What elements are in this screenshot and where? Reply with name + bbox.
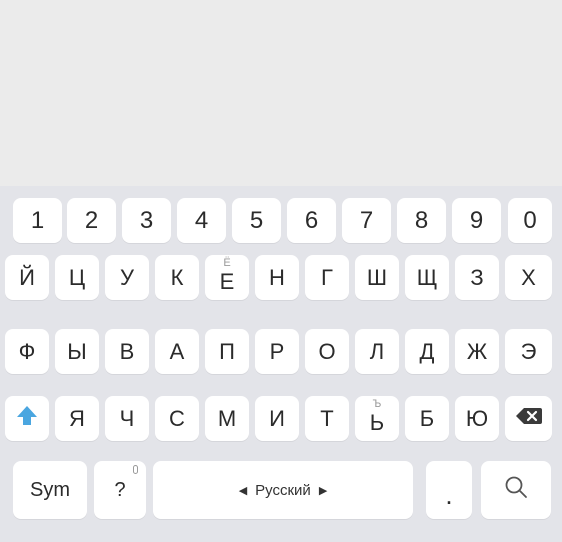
key-letter[interactable]: Х (505, 255, 552, 300)
key-letter[interactable]: Ч (105, 396, 149, 441)
language-label: Русский (255, 481, 311, 499)
keyboard: 1 2 3 4 5 6 7 8 9 0 Й Ц У К Ё Е Н Г Ш Щ … (0, 186, 562, 542)
key-letter[interactable]: К (155, 255, 199, 300)
key-label: Е (219, 268, 235, 294)
key-letter[interactable]: Ц (55, 255, 99, 300)
right-arrow-icon: ▶ (318, 484, 328, 497)
shift-key[interactable] (5, 396, 49, 441)
key-letter[interactable]: О (305, 329, 349, 374)
key-9[interactable]: 9 (452, 198, 501, 243)
key-letter[interactable]: Ы (55, 329, 99, 374)
key-letter[interactable]: Л (355, 329, 399, 374)
key-letter[interactable]: Щ (405, 255, 449, 300)
key-hint: Ё (223, 257, 231, 269)
key-letter[interactable]: А (155, 329, 199, 374)
key-letter[interactable]: У (105, 255, 149, 300)
key-0[interactable]: 0 (508, 198, 552, 243)
key-letter[interactable]: Б (405, 396, 449, 441)
key-hint: Ъ (372, 398, 382, 410)
key-letter-with-hint[interactable]: Ё Е (205, 255, 249, 300)
key-2[interactable]: 2 (67, 198, 116, 243)
key-letter[interactable]: С (155, 396, 199, 441)
key-letter[interactable]: Й (5, 255, 49, 300)
period-key[interactable]: . (426, 461, 472, 519)
question-label: ? (114, 478, 126, 501)
mic-icon (133, 465, 138, 474)
key-label: Ь (369, 409, 385, 435)
space-bar[interactable]: ◀ Русский ▶ (153, 461, 413, 519)
key-letter[interactable]: М (205, 396, 249, 441)
backspace-icon (515, 406, 543, 432)
key-letter[interactable]: Ш (355, 255, 399, 300)
key-3[interactable]: 3 (122, 198, 171, 243)
sym-key[interactable]: Sym (13, 461, 87, 519)
key-letter[interactable]: Э (505, 329, 552, 374)
text-input-area (0, 0, 562, 186)
key-letter[interactable]: Р (255, 329, 299, 374)
key-letter[interactable]: Н (255, 255, 299, 300)
search-key[interactable] (481, 461, 551, 519)
key-letter[interactable]: Ж (455, 329, 499, 374)
key-letter[interactable]: В (105, 329, 149, 374)
key-letter[interactable]: Ф (5, 329, 49, 374)
key-1[interactable]: 1 (13, 198, 62, 243)
search-icon (503, 474, 529, 506)
key-5[interactable]: 5 (232, 198, 281, 243)
key-letter[interactable]: И (255, 396, 299, 441)
key-8[interactable]: 8 (397, 198, 446, 243)
key-letter[interactable]: Ю (455, 396, 499, 441)
key-7[interactable]: 7 (342, 198, 391, 243)
key-letter[interactable]: Я (55, 396, 99, 441)
key-letter[interactable]: Т (305, 396, 349, 441)
key-letter[interactable]: Г (305, 255, 349, 300)
key-4[interactable]: 4 (177, 198, 226, 243)
key-6[interactable]: 6 (287, 198, 336, 243)
key-letter-with-hint[interactable]: Ъ Ь (355, 396, 399, 441)
backspace-key[interactable] (505, 396, 552, 441)
shift-icon (15, 404, 39, 434)
question-key[interactable]: ? (94, 461, 146, 519)
key-letter[interactable]: П (205, 329, 249, 374)
left-arrow-icon: ◀ (238, 484, 248, 497)
key-letter[interactable]: Д (405, 329, 449, 374)
key-letter[interactable]: З (455, 255, 499, 300)
